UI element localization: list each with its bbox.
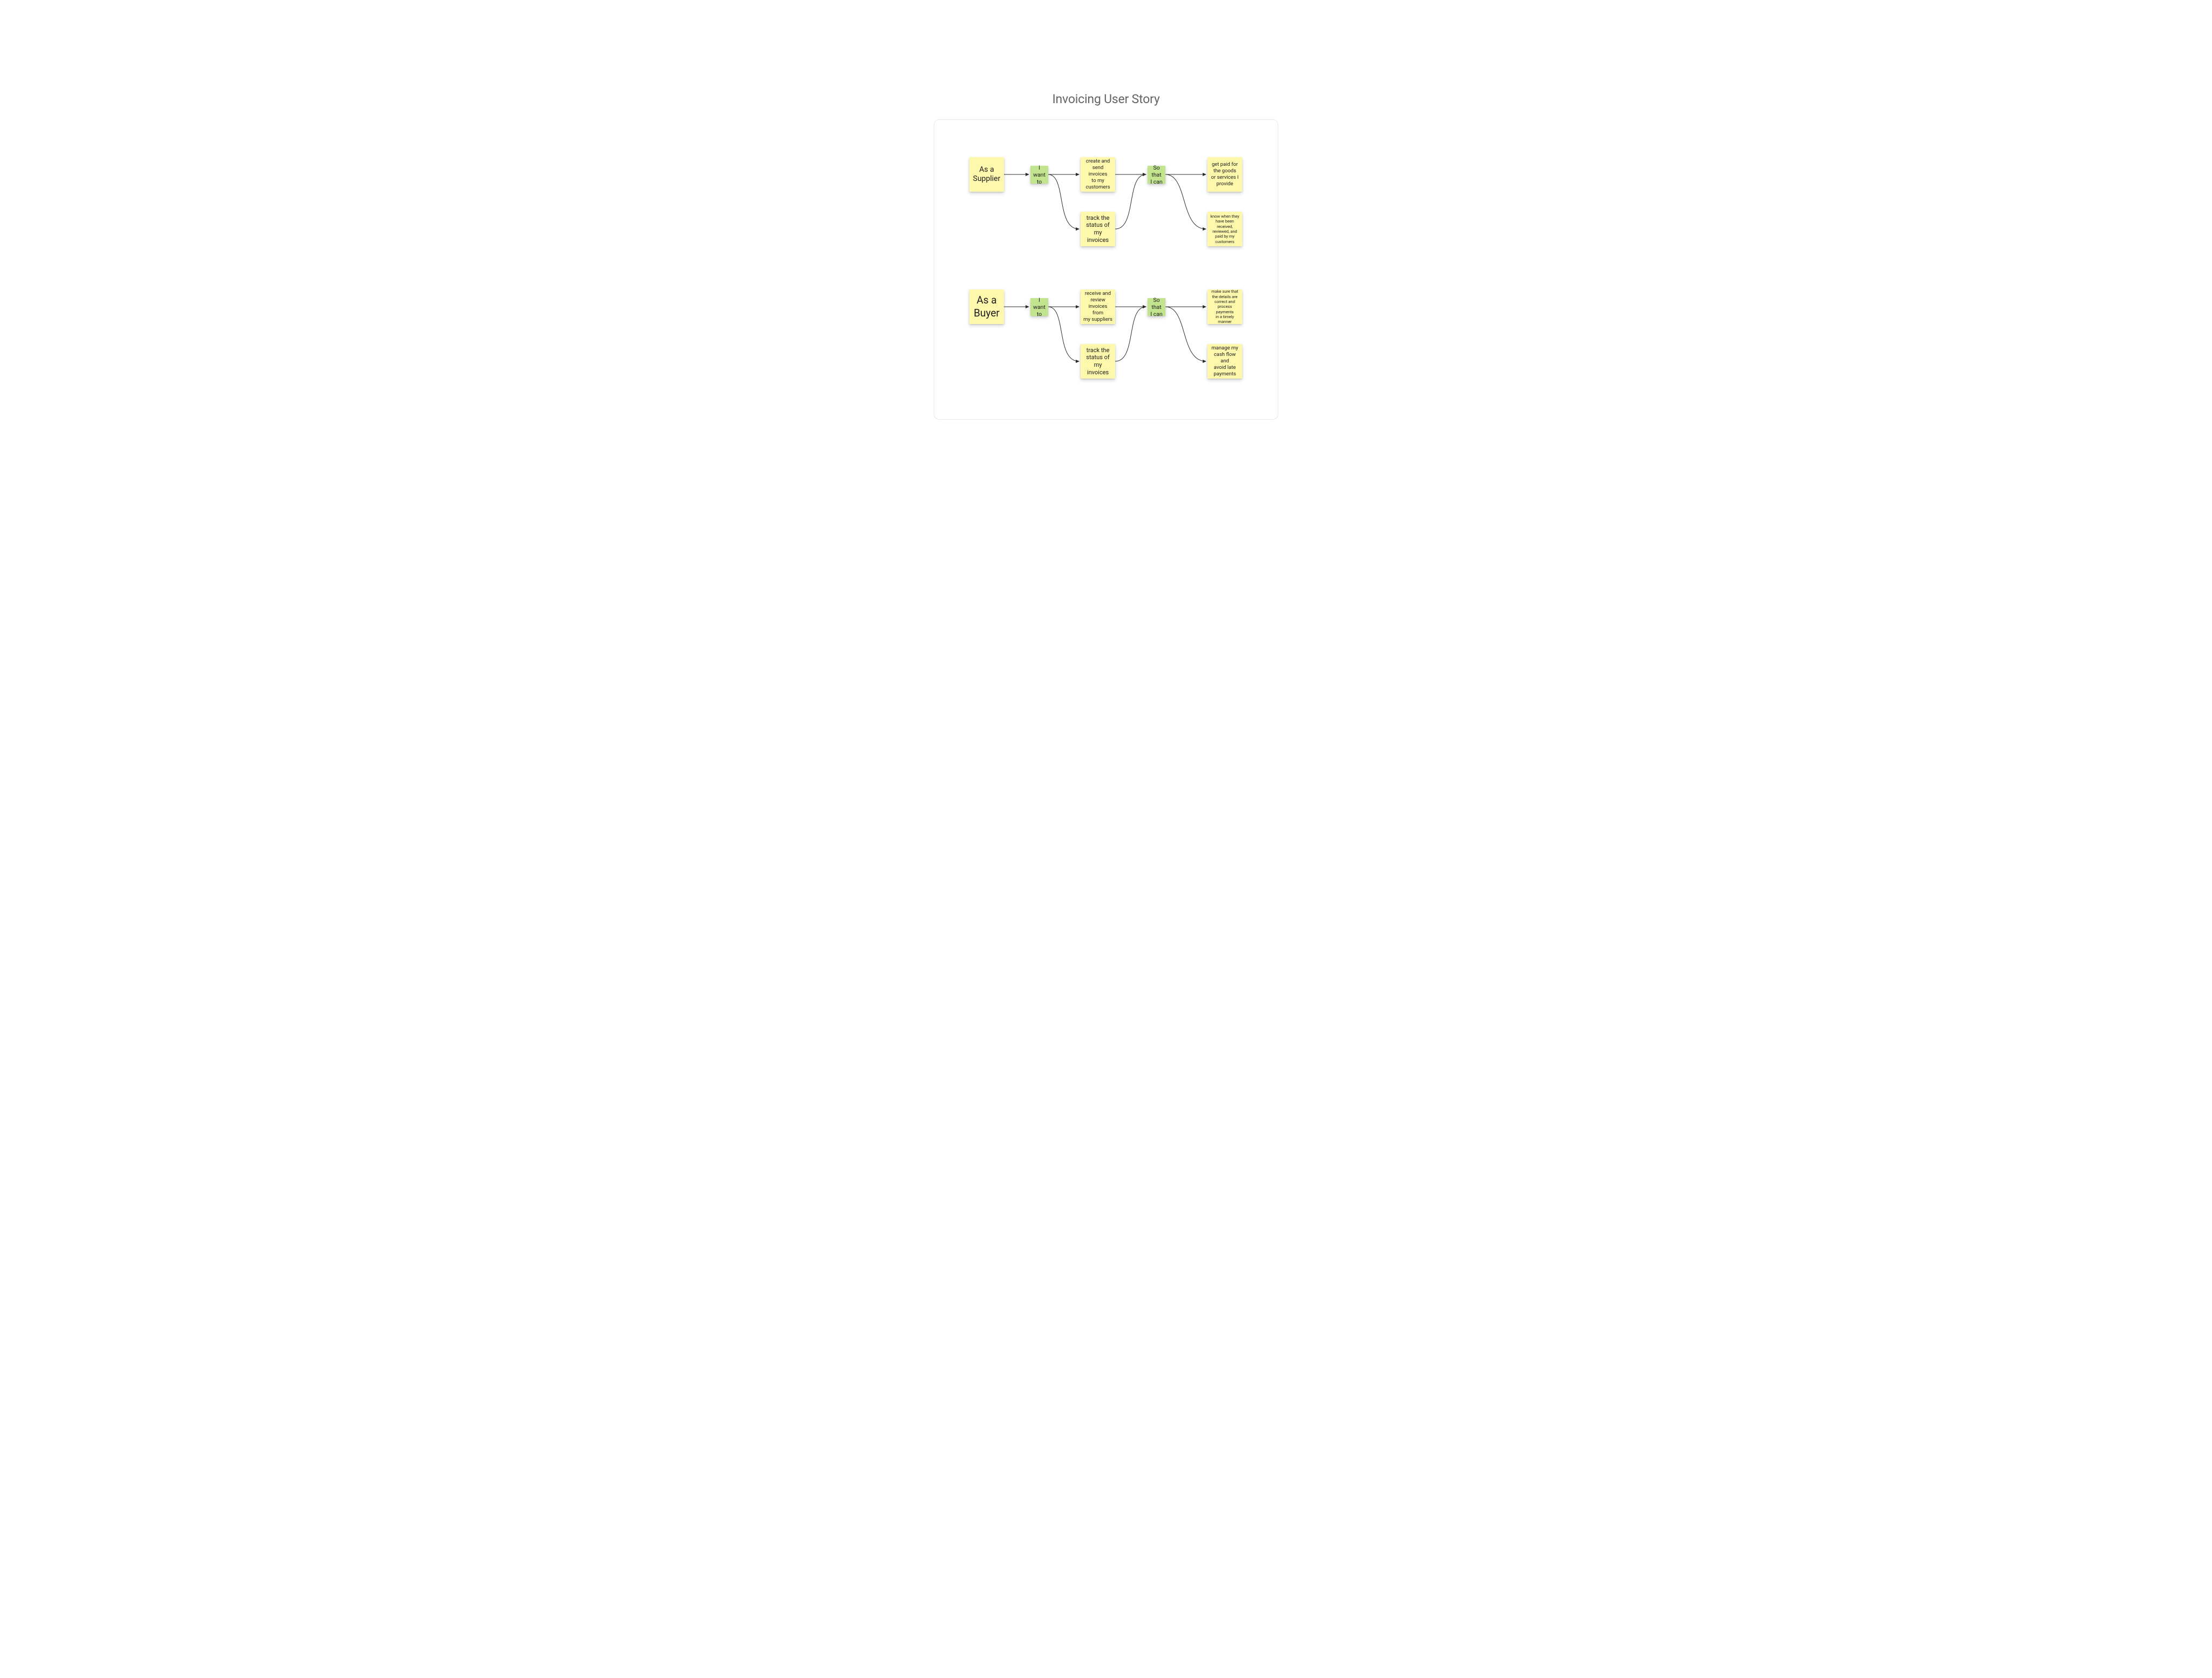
note-buyer-benefit-1[interactable]: make sure that the details are correct a… <box>1208 289 1242 324</box>
note-supplier-sothat[interactable]: So that I can <box>1148 166 1165 184</box>
note-buyer-goal-2[interactable]: track the status of my invoices <box>1081 344 1115 379</box>
note-supplier-goal-1[interactable]: create and send invoices to my customers <box>1081 157 1115 192</box>
page-title: Invoicing User Story <box>767 92 1445 106</box>
note-supplier-benefit-1[interactable]: get paid for the goods or services I pro… <box>1208 157 1242 192</box>
note-buyer-persona[interactable]: As a Buyer <box>969 289 1004 324</box>
note-supplier-want[interactable]: I want to <box>1030 166 1048 184</box>
note-supplier-benefit-2[interactable]: know when they have been received, revie… <box>1208 212 1242 246</box>
note-buyer-want[interactable]: I want to <box>1030 298 1048 316</box>
note-buyer-goal-1[interactable]: receive and review invoices from my supp… <box>1081 289 1115 324</box>
note-buyer-benefit-2[interactable]: manage my cash flow and avoid late payme… <box>1208 344 1242 379</box>
note-buyer-sothat[interactable]: So that I can <box>1148 298 1165 316</box>
note-supplier-goal-2[interactable]: track the status of my invoices <box>1081 212 1115 246</box>
note-supplier-persona[interactable]: As a Supplier <box>969 157 1004 192</box>
diagram-canvas: As a Supplier I want to create and send … <box>934 119 1278 420</box>
